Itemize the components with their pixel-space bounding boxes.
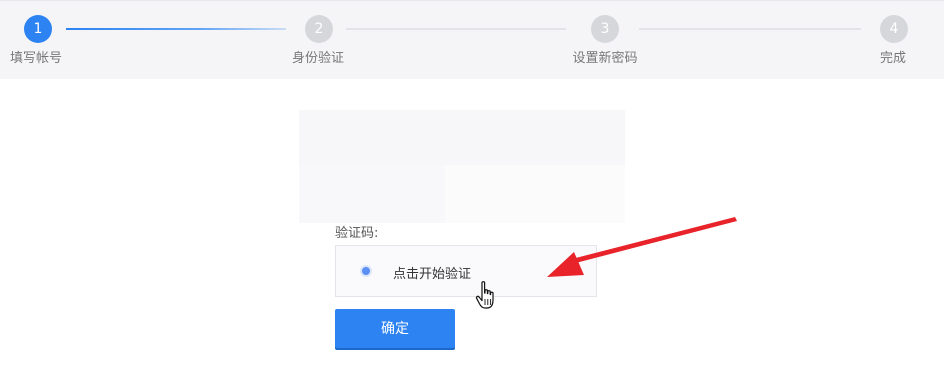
captcha-prompt: 点击开始验证: [393, 267, 472, 282]
step-2-label: 身份验证: [291, 51, 345, 66]
step-connector-2-3: [346, 28, 566, 30]
step-3-label: 设置新密码: [572, 51, 638, 66]
hand-pointer-icon: [475, 281, 494, 309]
confirm-button[interactable]: 确定: [335, 309, 455, 348]
step-1-circle: 1: [24, 15, 52, 43]
blurred-content-area: [299, 110, 625, 165]
captcha-dot-icon: [362, 267, 370, 275]
divider: [0, 0, 944, 1]
step-2-circle: 2: [305, 15, 333, 43]
step-4-circle: 4: [880, 15, 908, 43]
step-4-label: 完成: [880, 51, 907, 66]
step-progress-bar: 1 2 3 4 填写帐号 身份验证 设置新密码 完成: [0, 0, 944, 79]
step-3-circle: 3: [591, 15, 619, 43]
step-1-label: 填写帐号: [10, 51, 63, 66]
step-connector-1-2: [66, 28, 286, 30]
step-connector-3-4: [639, 28, 861, 30]
captcha-label: 验证码:: [335, 226, 379, 241]
blurred-content-area: [299, 165, 445, 223]
red-arrow-icon: [547, 217, 737, 277]
